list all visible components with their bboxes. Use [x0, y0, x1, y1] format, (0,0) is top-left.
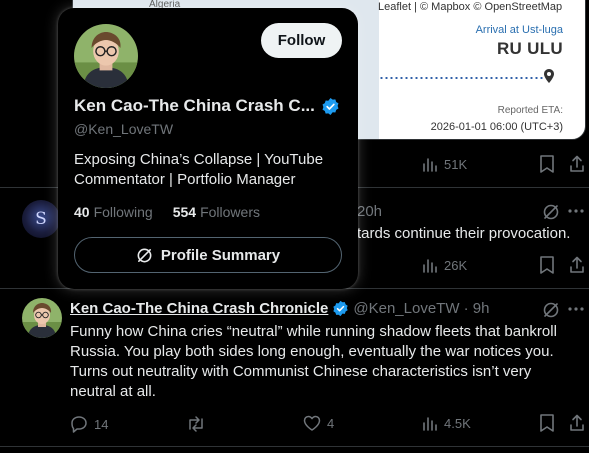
arrival-label: Arrival at Ust-luga	[475, 24, 563, 36]
grok-icon	[136, 247, 153, 264]
repost-icon[interactable]	[186, 415, 206, 433]
post-header: Ken Cao-The China Crash Chronicle @Ken_L…	[70, 300, 490, 317]
grok-icon[interactable]	[542, 203, 560, 221]
views-count: 51K	[444, 156, 468, 172]
profile-handle[interactable]: @Ken_LoveTW	[74, 121, 173, 137]
views-button[interactable]: 26K	[422, 257, 467, 273]
follow-button[interactable]: Follow	[261, 23, 342, 58]
post-time[interactable]: 20h	[357, 203, 382, 220]
eta-value: 2026-01-01 06:00 (UTC+3)	[430, 121, 563, 133]
profile-summary-label: Profile Summary	[160, 246, 281, 264]
followers-link[interactable]: 554 Followers	[173, 204, 260, 220]
profile-bio: Exposing China’s Collapse | YouTube Comm…	[74, 151, 324, 188]
profile-name-row: Ken Cao-The China Crash C...	[74, 96, 340, 116]
bookmark-icon[interactable]	[539, 155, 555, 173]
reply-count: 14	[94, 416, 109, 432]
more-icon[interactable]	[568, 208, 584, 214]
followers-count: 554	[172, 204, 197, 220]
followers-label: Followers	[200, 204, 260, 220]
views-icon	[422, 415, 438, 431]
map-attribution[interactable]: Leaflet | © Mapbox © OpenStreetMap	[378, 1, 562, 13]
following-count: 40	[74, 204, 90, 220]
author-name[interactable]: Ken Cao-The China Crash Chronicle	[70, 300, 328, 317]
avatar[interactable]	[22, 298, 62, 338]
eta-label: Reported ETA:	[497, 105, 563, 116]
post-text: Funny how China cries “neutral” while ru…	[70, 323, 557, 400]
verified-badge-icon[interactable]	[321, 97, 340, 116]
profile-display-name[interactable]: Ken Cao-The China Crash C...	[74, 96, 315, 116]
avatar[interactable]: S	[22, 200, 60, 238]
views-button[interactable]: 51K	[422, 156, 467, 172]
more-icon[interactable]	[568, 306, 584, 312]
like-button[interactable]: 4	[303, 415, 334, 431]
like-icon	[303, 415, 321, 431]
post-divider	[0, 446, 589, 447]
views-icon	[422, 156, 438, 172]
profile-hover-card[interactable]: Follow Ken Cao-The China Crash C... @Ken…	[58, 8, 358, 289]
port-code: RU ULU	[496, 39, 563, 58]
bookmark-icon[interactable]	[539, 414, 555, 432]
views-icon	[422, 257, 438, 273]
route-line	[379, 77, 543, 79]
profile-stats: 40 Following 554 Followers	[74, 204, 260, 220]
reply-button[interactable]: 14	[70, 415, 108, 433]
views-button[interactable]: 4.5K	[422, 415, 471, 431]
author-handle-time[interactable]: @Ken_LoveTW · 9h	[353, 300, 489, 317]
views-count: 26K	[444, 257, 468, 273]
share-icon[interactable]	[569, 155, 585, 173]
reply-icon	[70, 415, 88, 433]
post-text: tards continue their provocation.	[357, 225, 571, 242]
location-pin-icon	[544, 69, 554, 83]
grok-icon[interactable]	[542, 301, 560, 319]
verified-badge-icon[interactable]	[332, 300, 349, 317]
share-icon[interactable]	[569, 414, 585, 432]
views-count: 4.5K	[444, 415, 471, 431]
following-link[interactable]: 40 Following	[74, 204, 153, 220]
bookmark-icon[interactable]	[539, 256, 555, 274]
profile-summary-button[interactable]: Profile Summary	[74, 237, 342, 273]
avatar[interactable]	[74, 24, 138, 88]
following-label: Following	[93, 204, 153, 220]
share-icon[interactable]	[569, 256, 585, 274]
like-count: 4	[327, 415, 335, 431]
